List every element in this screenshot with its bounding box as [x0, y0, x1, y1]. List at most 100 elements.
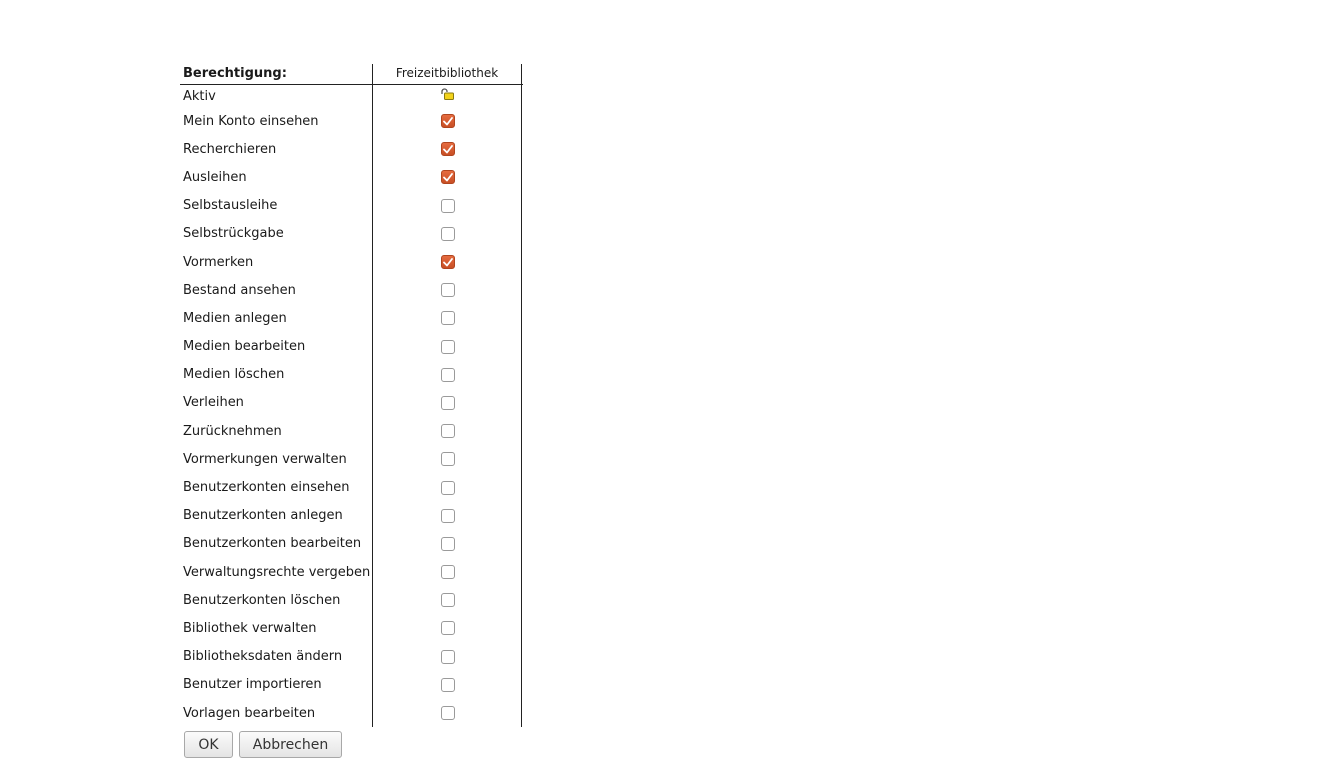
- dialog-buttons: OK Abbrechen: [184, 731, 342, 758]
- checkmark-icon: [443, 116, 453, 125]
- permission-label: Mein Konto einsehen: [183, 113, 319, 129]
- permission-label: Bibliothek verwalten: [183, 620, 317, 636]
- permission-checkbox[interactable]: [441, 142, 455, 157]
- permission-cell: [372, 360, 522, 389]
- permission-checkbox[interactable]: [441, 649, 455, 664]
- permission-checkbox[interactable]: [441, 452, 455, 467]
- permission-row: Medien löschen: [180, 360, 523, 389]
- permission-cell: [372, 501, 522, 530]
- permission-checkbox[interactable]: [441, 677, 455, 692]
- permission-label: Recherchieren: [183, 141, 277, 157]
- permission-row: Vormerken: [180, 247, 523, 277]
- permission-row: Verleihen: [180, 388, 523, 418]
- permission-label: Vorlagen bearbeiten: [183, 705, 316, 721]
- permission-cell: [372, 276, 522, 305]
- permission-row: Recherchieren: [180, 135, 523, 164]
- table-header: Berechtigung: Freizeitbibliothek: [180, 64, 523, 85]
- permission-cell: [372, 247, 522, 277]
- permission-cell: [372, 219, 522, 248]
- permission-checkbox[interactable]: [441, 706, 455, 721]
- permission-checkbox[interactable]: [441, 311, 455, 326]
- permission-row: Selbstrückgabe: [180, 219, 523, 248]
- permission-label: Benutzerkonten bearbeiten: [183, 536, 362, 552]
- permission-label: Selbstausleihe: [183, 198, 278, 214]
- ok-button[interactable]: OK: [184, 731, 233, 758]
- permissions-table: Berechtigung: Freizeitbibliothek Aktiv M…: [180, 64, 523, 728]
- permission-cell: [372, 670, 522, 699]
- permission-label: Benutzerkonten löschen: [183, 592, 341, 608]
- permission-cell: [372, 135, 522, 164]
- permission-cell: [372, 191, 522, 220]
- permission-row: Vormerkungen verwalten: [180, 445, 523, 474]
- permission-cell: [372, 642, 522, 671]
- permission-label: Benutzer importieren: [183, 677, 322, 693]
- permission-label: Bestand ansehen: [183, 282, 296, 298]
- permission-row: Selbstausleihe: [180, 191, 523, 220]
- permission-checkbox[interactable]: [441, 255, 455, 270]
- permission-checkbox[interactable]: [441, 367, 455, 382]
- permission-row: Medien anlegen: [180, 304, 523, 333]
- permission-cell: [372, 698, 522, 728]
- permission-row: Medien bearbeiten: [180, 332, 523, 361]
- permission-cell: [372, 304, 522, 333]
- permission-label: Benutzerkonten einsehen: [183, 480, 350, 496]
- permission-checkbox[interactable]: [441, 424, 455, 439]
- permission-label: Medien bearbeiten: [183, 339, 306, 355]
- permission-checkbox[interactable]: [441, 508, 455, 523]
- permission-label: Ausleihen: [183, 169, 247, 185]
- permission-checkbox[interactable]: [441, 480, 455, 495]
- permission-row: Benutzer importieren: [180, 670, 523, 699]
- permission-cell: [372, 473, 522, 502]
- permission-row: Benutzerkonten bearbeiten: [180, 529, 523, 558]
- permission-checkbox[interactable]: [441, 226, 455, 241]
- permission-label: Verwaltungsrechte vergeben: [183, 564, 371, 580]
- permission-column-header: Berechtigung:: [183, 66, 287, 81]
- active-label: Aktiv: [183, 88, 216, 104]
- permission-row: Verwaltungsrechte vergeben: [180, 558, 523, 587]
- permission-checkbox[interactable]: [441, 621, 455, 636]
- permission-checkbox[interactable]: [441, 114, 455, 129]
- permission-row: Bestand ansehen: [180, 276, 523, 305]
- permission-label: Vormerkungen verwalten: [183, 451, 347, 467]
- library-column-header: Freizeitbibliothek: [372, 64, 522, 84]
- checkmark-icon: [443, 257, 453, 266]
- permission-cell: [372, 107, 522, 136]
- permission-row: Benutzerkonten anlegen: [180, 501, 523, 530]
- checkmark-icon: [443, 144, 453, 154]
- permission-row: Ausleihen: [180, 163, 523, 192]
- permission-label: Zurücknehmen: [183, 423, 282, 439]
- checkmark-icon: [443, 173, 453, 182]
- open-lock-icon[interactable]: [440, 85, 454, 104]
- permission-checkbox[interactable]: [441, 170, 455, 185]
- permission-row: Bibliothek verwalten: [180, 614, 523, 643]
- permission-checkbox[interactable]: [441, 283, 455, 298]
- permission-row: Mein Konto einsehen: [180, 107, 523, 136]
- permission-cell: [372, 417, 522, 446]
- permission-checkbox[interactable]: [441, 536, 455, 551]
- permission-cell: [372, 163, 522, 192]
- permissions-rows: Aktiv Mein Konto einsehen Recherchieren Au…: [180, 85, 523, 728]
- active-row: Aktiv: [180, 85, 523, 107]
- permission-checkbox[interactable]: [441, 565, 455, 580]
- permission-row: Benutzerkonten löschen: [180, 586, 523, 615]
- active-cell: [372, 85, 522, 107]
- permission-cell: [372, 388, 522, 418]
- permission-label: Bibliotheksdaten ändern: [183, 649, 343, 665]
- permission-label: Selbstrückgabe: [183, 226, 284, 242]
- permission-label: Medien löschen: [183, 367, 285, 383]
- permission-cell: [372, 586, 522, 615]
- permission-checkbox[interactable]: [441, 593, 455, 608]
- permission-checkbox[interactable]: [441, 395, 455, 410]
- permission-label: Medien anlegen: [183, 310, 287, 326]
- permission-label: Benutzerkonten anlegen: [183, 508, 343, 524]
- permission-label: Vormerken: [183, 254, 254, 270]
- permission-row: Zurücknehmen: [180, 417, 523, 446]
- permission-checkbox[interactable]: [441, 339, 455, 354]
- permission-row: Benutzerkonten einsehen: [180, 473, 523, 502]
- permission-row: Bibliotheksdaten ändern: [180, 642, 523, 671]
- permission-label: Verleihen: [183, 395, 244, 411]
- permission-checkbox[interactable]: [441, 198, 455, 213]
- permission-cell: [372, 614, 522, 643]
- cancel-button[interactable]: Abbrechen: [239, 731, 342, 758]
- permission-row: Vorlagen bearbeiten: [180, 698, 523, 728]
